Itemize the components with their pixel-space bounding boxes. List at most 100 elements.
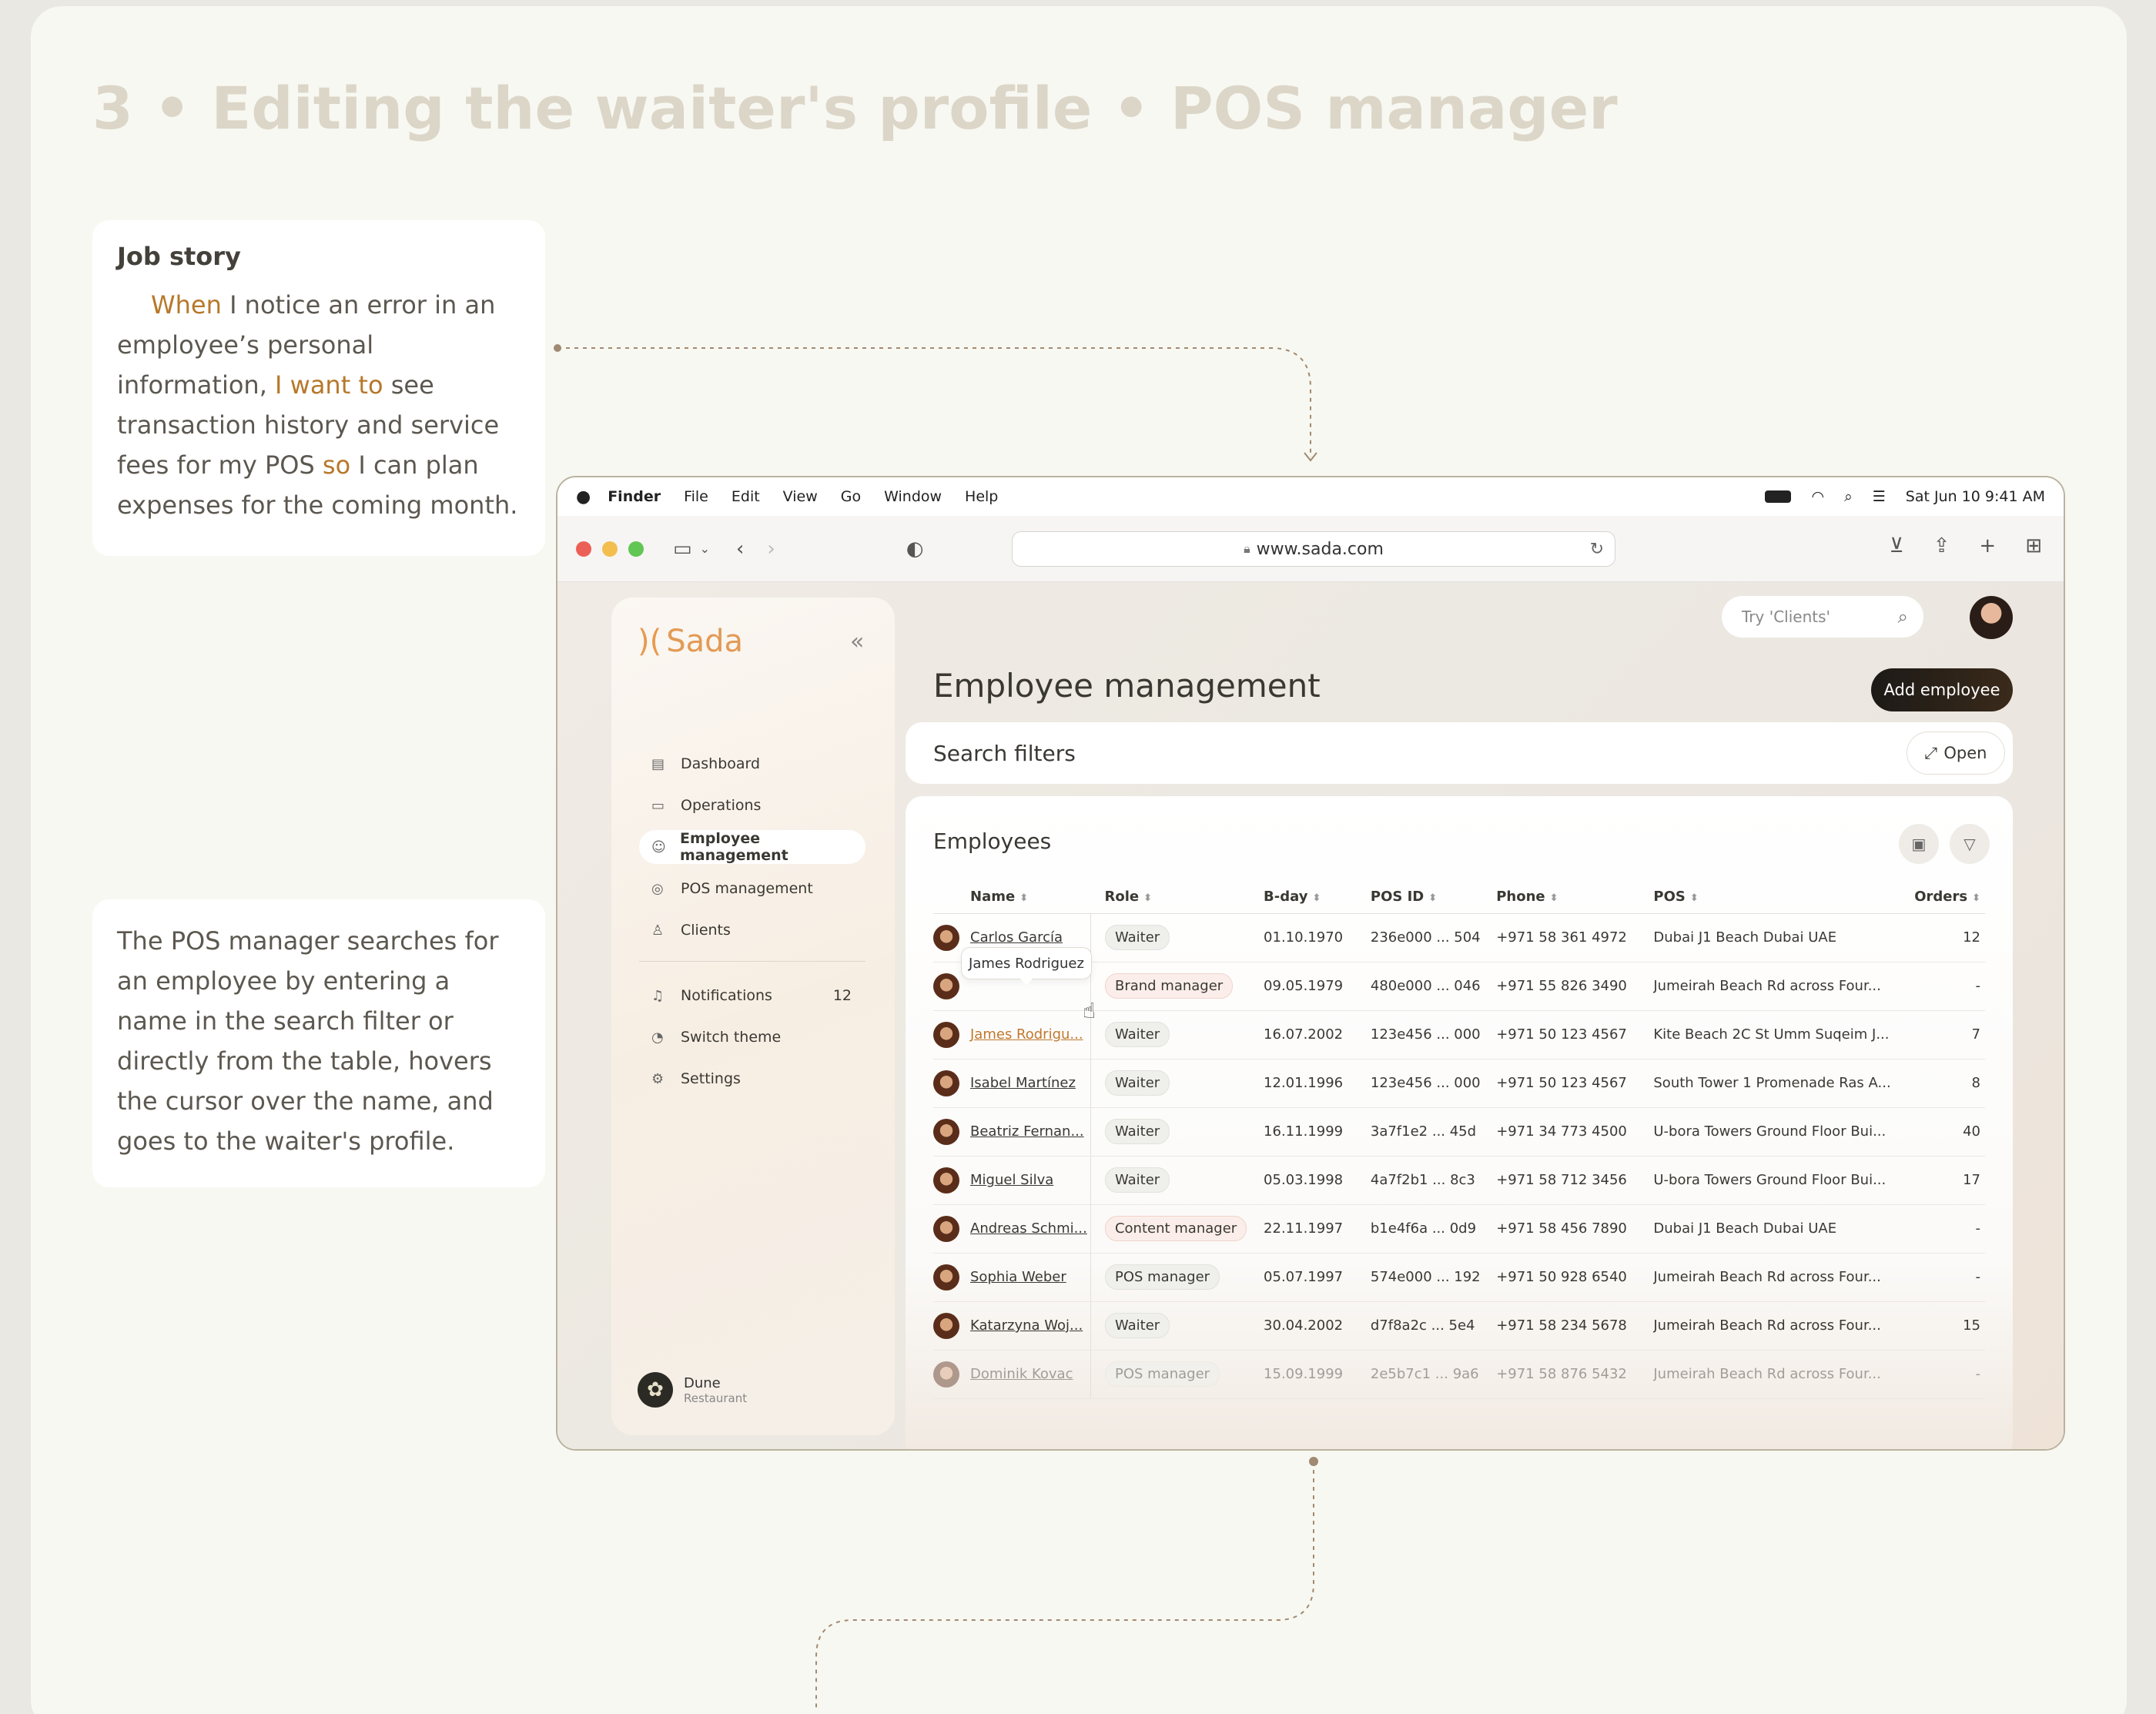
cell-name: Beatriz Fernan... (933, 1107, 1091, 1157)
cell-orders: - (1913, 1253, 1985, 1302)
cell-name: Dominik Kovac (933, 1350, 1091, 1399)
organization-avatar: ✿ (638, 1372, 673, 1408)
menu-go[interactable]: Go (841, 488, 861, 505)
chevron-down-icon[interactable]: ⌄ (700, 541, 710, 556)
cell-role: POS manager (1090, 1253, 1264, 1302)
reload-icon[interactable]: ↻ (1590, 540, 1604, 559)
column-label: Name (970, 889, 1016, 906)
employee-name-link[interactable]: Dominik Kovac (970, 1366, 1073, 1382)
column-pos-id[interactable]: POS ID ⬍ (1370, 881, 1497, 914)
employee-name-link[interactable]: Katarzyna Woj... (970, 1317, 1083, 1334)
search-filters-panel: Search filters ⤢ Open (906, 722, 2013, 784)
tab-overview-icon[interactable]: ⊞ (2025, 534, 2042, 557)
minimize-window-icon[interactable] (602, 541, 618, 557)
role-badge: Content manager (1104, 1216, 1247, 1241)
sidebar-item-pos-management[interactable]: ◎ POS management (639, 872, 865, 906)
add-employee-button[interactable]: Add employee (1871, 668, 2013, 711)
cell-role: POS manager (1090, 1350, 1264, 1399)
organization-switcher[interactable]: ✿ Dune Restaurant (638, 1372, 747, 1408)
sidebar-item-employee-management[interactable]: ☺ Employee management (639, 830, 865, 864)
role-badge: Waiter (1104, 1070, 1170, 1096)
menu-view[interactable]: View (783, 488, 818, 505)
bell-icon: ♫ (651, 987, 665, 1004)
cell-pos: U-bora Towers Ground Floor Bui... (1653, 1156, 1913, 1205)
sidebar-item-operations[interactable]: ▭ Operations (639, 788, 865, 822)
menu-file[interactable]: File (684, 488, 708, 505)
table-row[interactable]: Dominik Kovac POS manager 15.09.1999 2e5b7c… (933, 1350, 1985, 1399)
table-row[interactable]: Katarzyna Woj... Waiter 30.04.2002 d7f8a2c … (933, 1301, 1985, 1351)
employee-name-link[interactable]: Miguel Silva (970, 1172, 1053, 1188)
menu-window[interactable]: Window (884, 488, 942, 505)
cell-role: Waiter (1090, 1301, 1264, 1351)
menu-edit[interactable]: Edit (732, 488, 760, 505)
employee-name-link[interactable]: Sophia Weber (970, 1269, 1066, 1285)
sidebar-item-settings[interactable]: ⚙ Settings (639, 1062, 865, 1096)
theme-icon: ◔ (651, 1029, 664, 1046)
user-avatar[interactable] (1970, 596, 2013, 639)
scenario-text: The POS manager searches for an employee… (117, 926, 499, 1156)
collapse-sidebar-icon[interactable]: « (850, 628, 864, 655)
search-icon[interactable]: ⌕ (1898, 606, 1908, 628)
sidebar-item-notifications[interactable]: ♫ Notifications 12 (639, 979, 865, 1013)
table-row[interactable]: Andreas Schmi... Content manager 22.11.199… (933, 1204, 1985, 1254)
sidebar-item-label: Switch theme (681, 1029, 782, 1046)
employee-name-link[interactable]: James Rodrigu... (970, 1026, 1083, 1043)
sada-logo[interactable]: )( Sada (638, 624, 743, 659)
table-row[interactable]: Miguel Silva Waiter 05.03.1998 4a7f2b1 ... … (933, 1156, 1985, 1205)
cell-phone: +971 58 876 5432 (1496, 1350, 1654, 1399)
filter-icon[interactable]: ▽ (1950, 824, 1990, 864)
forward-icon[interactable]: › (767, 537, 775, 561)
calendar-icon[interactable]: ▣ (1899, 824, 1939, 864)
battery-icon[interactable] (1765, 490, 1792, 503)
employee-name-cell: Andreas Schmi... (933, 1215, 1090, 1242)
table-row[interactable]: Sophia Weber POS manager 05.07.1997 574e000… (933, 1253, 1985, 1302)
table-row[interactable]: Isabel Martínez Waiter 12.01.1996 123e456 .… (933, 1059, 1985, 1108)
employee-name-link[interactable]: Isabel Martínez (970, 1075, 1076, 1091)
open-filters-button[interactable]: ⤢ Open (1907, 731, 2005, 775)
employees-icon: ☺ (651, 839, 666, 855)
cell-pos-id: 2e5b7c1 ... 9a6 (1370, 1350, 1497, 1399)
sidebar-toggle-icon[interactable]: ▭ (673, 537, 692, 561)
share-icon[interactable]: ⇪ (1933, 534, 1950, 557)
keyword-when: When (151, 290, 222, 320)
keyword-want: I want to (275, 370, 383, 400)
close-window-icon[interactable] (576, 541, 591, 557)
wifi-icon[interactable]: ◠ (1811, 488, 1824, 505)
role-badge: Waiter (1104, 1022, 1170, 1047)
sidebar-item-label: Settings (681, 1070, 741, 1087)
employee-avatar (933, 1361, 959, 1388)
employee-name-link[interactable]: Carlos García (970, 929, 1063, 946)
sidebar-item-dashboard[interactable]: ▤ Dashboard (639, 747, 865, 781)
column-role[interactable]: Role ⬍ (1090, 881, 1264, 914)
spotlight-icon[interactable]: ⌕ (1844, 488, 1853, 505)
sidebar-item-clients[interactable]: ♙ Clients (639, 913, 865, 947)
new-tab-icon[interactable]: + (1979, 534, 1996, 557)
sidebar-item-switch-theme[interactable]: ◔ Switch theme (639, 1020, 865, 1054)
column-name[interactable]: Name ⬍ (933, 881, 1091, 914)
column-orders[interactable]: Orders ⬍ (1913, 881, 1985, 914)
dashboard-icon: ▤ (651, 755, 665, 772)
employee-name-cell: Miguel Silva (933, 1167, 1090, 1193)
download-icon[interactable]: ⊻ (1890, 534, 1904, 557)
shield-icon[interactable]: ◐ (906, 537, 924, 561)
menu-help[interactable]: Help (965, 488, 998, 505)
column-phone[interactable]: Phone ⬍ (1496, 881, 1654, 914)
address-bar[interactable]: 🔒︎ www.sada.com ↻ (1012, 531, 1615, 567)
back-icon[interactable]: ‹ (736, 537, 744, 561)
table-row[interactable]: Beatriz Fernan... Waiter 16.11.1999 3a7f1e2… (933, 1107, 1985, 1157)
menu-finder[interactable]: Finder (608, 488, 661, 505)
employee-name-cell: Isabel Martínez (933, 1070, 1090, 1096)
control-center-icon[interactable]: ☰ (1873, 488, 1886, 505)
column-pos[interactable]: POS ⬍ (1653, 881, 1913, 914)
zoom-window-icon[interactable] (628, 541, 644, 557)
sidebar-divider (639, 961, 865, 962)
apple-icon[interactable]: ● (576, 487, 591, 507)
menubar-datetime[interactable]: Sat Jun 10 9:41 AM (1906, 488, 2045, 505)
employee-name-link[interactable]: Beatriz Fernan... (970, 1123, 1084, 1140)
employee-name-link[interactable]: Andreas Schmi... (970, 1220, 1087, 1237)
clients-icon: ♙ (651, 922, 665, 939)
cell-orders: - (1913, 1204, 1985, 1254)
global-search-input[interactable]: Try 'Clients' ⌕ (1722, 596, 1923, 638)
column-bday[interactable]: B-day ⬍ (1264, 881, 1371, 914)
cell-bday: 16.07.2002 (1264, 1010, 1371, 1060)
